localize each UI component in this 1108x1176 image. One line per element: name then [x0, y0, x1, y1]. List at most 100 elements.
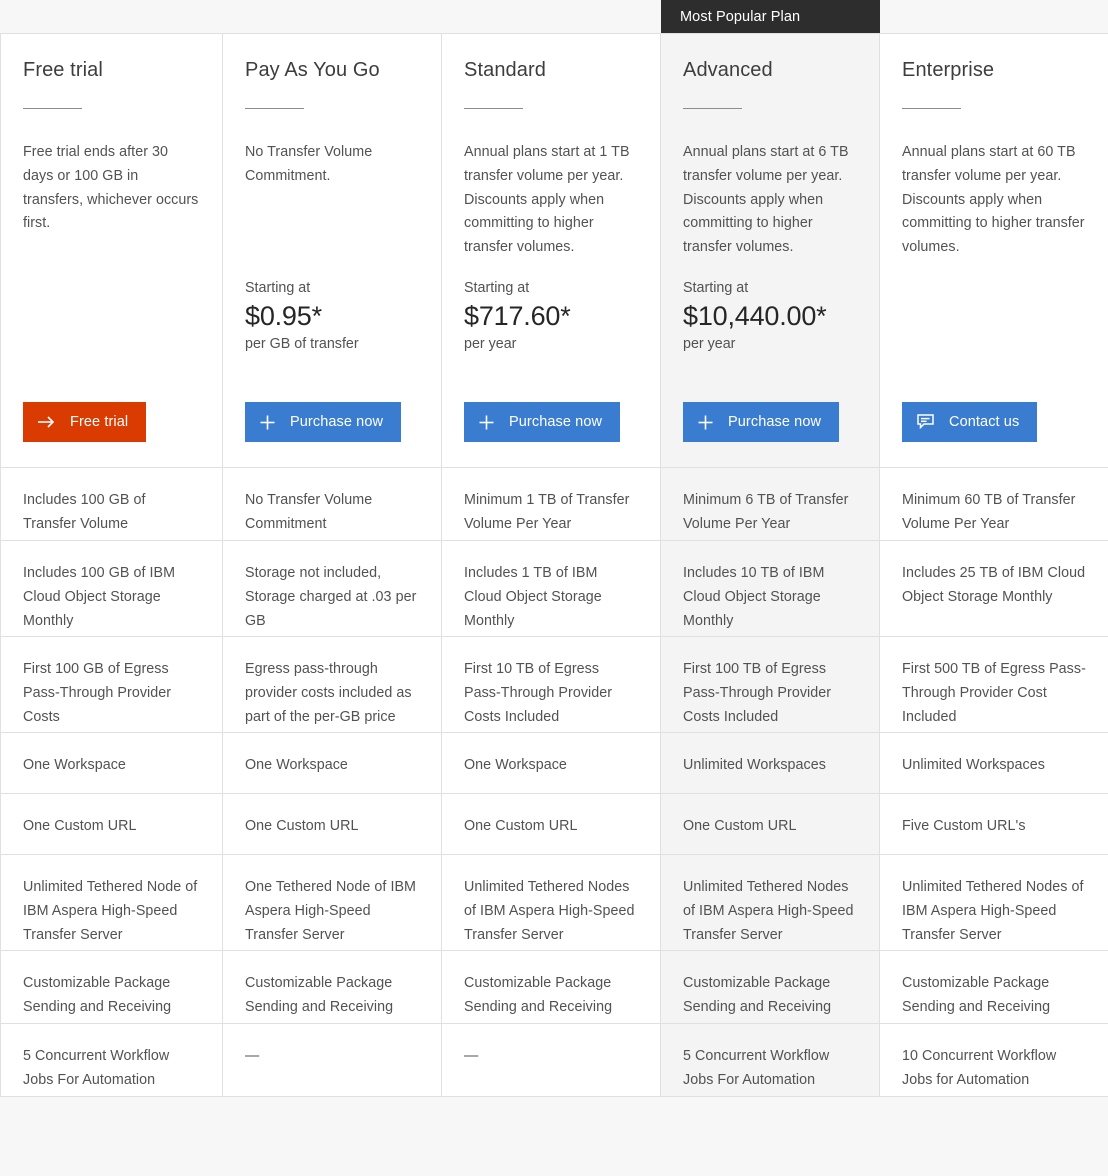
feature-text: No Transfer Volume Commitment	[223, 468, 441, 540]
plan-card-free-trial: Free trial Free trial ends after 30 days…	[1, 34, 223, 468]
price-unit: per GB of transfer	[245, 334, 359, 354]
plan-title: Standard	[464, 58, 638, 82]
feature-text: Unlimited Tethered Node of IBM Aspera Hi…	[1, 855, 222, 950]
most-popular-plan-label: Most Popular Plan	[680, 9, 800, 25]
purchase-now-button[interactable]: Purchase now	[245, 402, 401, 442]
feature-text: —	[442, 1024, 660, 1096]
feature-cell: Unlimited Tethered Nodes of IBM Aspera H…	[442, 855, 661, 951]
feature-text: Five Custom URL's	[880, 794, 1108, 854]
feature-text: Egress pass-through provider costs inclu…	[223, 637, 441, 732]
feature-cell: 10 Concurrent Workflow Jobs for Automati…	[880, 1024, 1108, 1097]
feature-text: One Workspace	[442, 733, 660, 793]
plan-description: Annual plans start at 1 TB transfer volu…	[464, 141, 638, 260]
feature-text: First 100 GB of Egress Pass-Through Prov…	[1, 637, 222, 732]
feature-text: Customizable Package Sending and Receivi…	[442, 951, 660, 1023]
feature-cell: One Workspace	[442, 733, 661, 794]
table-row: One Custom URL One Custom URL One Custom…	[1, 794, 1108, 855]
feature-cell: One Custom URL	[442, 794, 661, 855]
feature-cell: Includes 100 GB of Transfer Volume	[1, 468, 223, 541]
feature-text: —	[223, 1024, 441, 1096]
feature-text: Unlimited Tethered Nodes of IBM Aspera H…	[442, 855, 660, 950]
plan-description: No Transfer Volume Commitment.	[245, 141, 419, 189]
feature-text: Customizable Package Sending and Receivi…	[880, 951, 1108, 1023]
title-rule	[683, 108, 742, 109]
plan-card-advanced: Advanced Annual plans start at 6 TB tran…	[661, 34, 880, 468]
plan-description: Free trial ends after 30 days or 100 GB …	[23, 141, 200, 236]
price-label: Starting at	[464, 278, 571, 298]
feature-cell: One Tethered Node of IBM Aspera High-Spe…	[223, 855, 442, 951]
banner-row: Most Popular Plan	[0, 0, 1108, 33]
purchase-now-button-label: Purchase now	[509, 414, 602, 430]
feature-text: One Workspace	[1, 733, 222, 793]
plan-description: Annual plans start at 6 TB transfer volu…	[683, 141, 857, 260]
feature-cell: First 500 TB of Egress Pass-Through Prov…	[880, 637, 1108, 733]
feature-text: Customizable Package Sending and Receivi…	[223, 951, 441, 1023]
pricing-table: Free trial Free trial ends after 30 days…	[0, 33, 1108, 1097]
feature-text: One Custom URL	[661, 794, 879, 854]
feature-cell: Customizable Package Sending and Receivi…	[661, 951, 880, 1024]
title-rule	[464, 108, 523, 109]
title-rule	[902, 108, 961, 109]
feature-cell: Unlimited Tethered Nodes of IBM Aspera H…	[661, 855, 880, 951]
plan-card-pay-as-you-go: Pay As You Go No Transfer Volume Commitm…	[223, 34, 442, 468]
plan-title: Advanced	[683, 58, 857, 82]
purchase-now-button-label: Purchase now	[290, 414, 383, 430]
feature-cell: Includes 100 GB of IBM Cloud Object Stor…	[1, 541, 223, 637]
price-unit: per year	[464, 334, 571, 354]
table-row: First 100 GB of Egress Pass-Through Prov…	[1, 637, 1108, 733]
purchase-now-button[interactable]: Purchase now	[464, 402, 620, 442]
price-unit: per year	[683, 334, 826, 354]
plus-icon	[259, 414, 276, 431]
feature-text: Customizable Package Sending and Receivi…	[661, 951, 879, 1023]
table-row: Includes 100 GB of Transfer Volume No Tr…	[1, 468, 1108, 541]
feature-cell: Egress pass-through provider costs inclu…	[223, 637, 442, 733]
feature-text: Minimum 1 TB of Transfer Volume Per Year	[442, 468, 660, 540]
feature-text: First 10 TB of Egress Pass-Through Provi…	[442, 637, 660, 732]
purchase-now-button-label: Purchase now	[728, 414, 821, 430]
free-trial-button[interactable]: Free trial	[23, 402, 146, 442]
feature-text: One Tethered Node of IBM Aspera High-Spe…	[223, 855, 441, 950]
feature-text: First 100 TB of Egress Pass-Through Prov…	[661, 637, 879, 732]
feature-cell: Includes 25 TB of IBM Cloud Object Stora…	[880, 541, 1108, 637]
feature-cell: Minimum 1 TB of Transfer Volume Per Year	[442, 468, 661, 541]
feature-text: 5 Concurrent Workflow Jobs For Automatio…	[661, 1024, 879, 1096]
feature-text: One Custom URL	[1, 794, 222, 854]
feature-cell: Customizable Package Sending and Receivi…	[1, 951, 223, 1024]
price-block: Starting at $10,440.00* per year	[683, 278, 826, 354]
plan-card-enterprise: Enterprise Annual plans start at 60 TB t…	[880, 34, 1108, 468]
contact-us-button[interactable]: Contact us	[902, 402, 1037, 442]
feature-cell: Minimum 60 TB of Transfer Volume Per Yea…	[880, 468, 1108, 541]
purchase-now-button[interactable]: Purchase now	[683, 402, 839, 442]
plan-title: Free trial	[23, 58, 200, 82]
title-rule	[245, 108, 304, 109]
feature-cell: Customizable Package Sending and Receivi…	[880, 951, 1108, 1024]
plus-icon	[478, 414, 495, 431]
feature-text: Unlimited Workspaces	[880, 733, 1108, 793]
feature-cell: —	[442, 1024, 661, 1097]
title-rule	[23, 108, 82, 109]
feature-text: Includes 100 GB of IBM Cloud Object Stor…	[1, 541, 222, 636]
feature-text: One Workspace	[223, 733, 441, 793]
price-label: Starting at	[245, 278, 359, 298]
feature-cell: One Custom URL	[223, 794, 442, 855]
feature-text: 10 Concurrent Workflow Jobs for Automati…	[880, 1024, 1108, 1096]
pricing-comparison-page: Most Popular Plan Free trial Free trial …	[0, 0, 1108, 1176]
feature-text: Storage not included, Storage charged at…	[223, 541, 441, 636]
contact-us-button-label: Contact us	[949, 414, 1019, 430]
price-amount: $10,440.00*	[683, 298, 826, 334]
feature-cell: One Custom URL	[1, 794, 223, 855]
table-row: Customizable Package Sending and Receivi…	[1, 951, 1108, 1024]
feature-text: 5 Concurrent Workflow Jobs For Automatio…	[1, 1024, 222, 1096]
feature-cell: Customizable Package Sending and Receivi…	[223, 951, 442, 1024]
feature-cell: Customizable Package Sending and Receivi…	[442, 951, 661, 1024]
feature-cell: Unlimited Tethered Node of IBM Aspera Hi…	[1, 855, 223, 951]
plan-description: Annual plans start at 60 TB transfer vol…	[902, 141, 1086, 260]
feature-text: First 500 TB of Egress Pass-Through Prov…	[880, 637, 1108, 732]
feature-cell: —	[223, 1024, 442, 1097]
feature-text: Minimum 6 TB of Transfer Volume Per Year	[661, 468, 879, 540]
table-row: Unlimited Tethered Node of IBM Aspera Hi…	[1, 855, 1108, 951]
arrow-right-icon	[37, 415, 56, 429]
table-row: 5 Concurrent Workflow Jobs For Automatio…	[1, 1024, 1108, 1097]
feature-cell: First 10 TB of Egress Pass-Through Provi…	[442, 637, 661, 733]
feature-text: One Custom URL	[223, 794, 441, 854]
